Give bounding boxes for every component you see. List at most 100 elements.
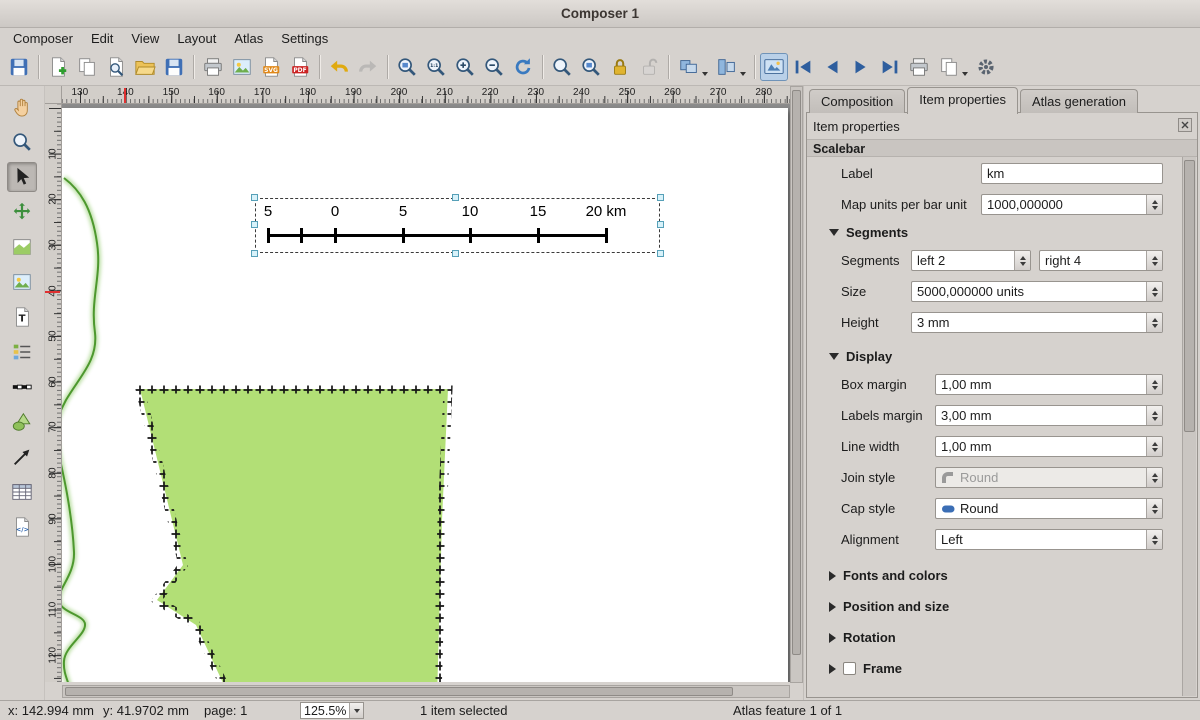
duplicate-composer-button[interactable] — [73, 53, 101, 81]
atlas-first-feature-button[interactable] — [789, 53, 817, 81]
add-attribute-table-button[interactable] — [7, 477, 37, 507]
close-panel-button[interactable] — [1178, 118, 1192, 132]
export-svg-button[interactable] — [257, 53, 285, 81]
zoom-level-combo[interactable]: 125.5% — [300, 702, 364, 719]
add-legend-button[interactable] — [7, 337, 37, 367]
scrollbar-thumb[interactable] — [1184, 160, 1195, 432]
labels-margin-spinbox[interactable]: 3,00 mm — [935, 405, 1163, 426]
position-and-size-section-header[interactable]: Position and size — [829, 599, 1163, 614]
resize-handle-bottom-right[interactable] — [657, 250, 664, 257]
add-image-button[interactable] — [7, 267, 37, 297]
spin-buttons[interactable] — [1146, 251, 1162, 270]
refresh-view-button[interactable] — [509, 53, 537, 81]
print-button[interactable] — [199, 53, 227, 81]
load-template-button[interactable] — [131, 53, 159, 81]
spin-buttons[interactable] — [1146, 437, 1162, 456]
spin-buttons[interactable] — [1014, 251, 1030, 270]
redo-button[interactable] — [354, 53, 382, 81]
frame-section-header[interactable]: Frame — [829, 661, 1163, 676]
atlas-settings-button[interactable] — [972, 53, 1000, 81]
zoom-next-button[interactable] — [577, 53, 605, 81]
spin-buttons[interactable] — [1146, 313, 1162, 332]
add-scalebar-button[interactable] — [7, 372, 37, 402]
canvas-horizontal-scrollbar[interactable] — [62, 685, 790, 698]
map-item[interactable] — [62, 108, 788, 682]
composition-page[interactable]: 5 0 5 10 15 20 km — [62, 108, 788, 682]
atlas-previous-feature-button[interactable] — [818, 53, 846, 81]
resize-handle-bottom-middle[interactable] — [452, 250, 459, 257]
resize-handle-middle-left[interactable] — [251, 221, 258, 228]
add-new-map-button[interactable] — [7, 232, 37, 262]
align-items-button[interactable] — [712, 53, 749, 81]
resize-handle-top-left[interactable] — [251, 194, 258, 201]
menu-item[interactable]: Composer — [4, 29, 82, 48]
zoom-full-button[interactable] — [393, 53, 421, 81]
tab-composition[interactable]: Composition — [809, 89, 905, 113]
segments-left-spinbox[interactable]: left 2 — [911, 250, 1031, 271]
spin-buttons[interactable] — [1146, 406, 1162, 425]
rotation-section-header[interactable]: Rotation — [829, 630, 1163, 645]
menu-item[interactable]: Edit — [82, 29, 122, 48]
spin-buttons[interactable] — [1146, 195, 1162, 214]
add-label-button[interactable] — [7, 302, 37, 332]
alignment-combo[interactable]: Left — [935, 529, 1163, 550]
export-image-button[interactable] — [228, 53, 256, 81]
atlas-next-feature-button[interactable] — [847, 53, 875, 81]
zoom-last-button[interactable] — [548, 53, 576, 81]
spin-buttons[interactable] — [1146, 375, 1162, 394]
select-move-item-button[interactable] — [7, 162, 37, 192]
composition-viewport[interactable]: 5 0 5 10 15 20 km — [62, 104, 790, 682]
resize-handle-bottom-left[interactable] — [251, 250, 258, 257]
combo-arrows[interactable] — [1146, 499, 1162, 518]
menu-item[interactable]: Layout — [168, 29, 225, 48]
resize-handle-middle-right[interactable] — [657, 221, 664, 228]
dropdown-arrow-icon[interactable] — [702, 72, 708, 76]
zoom-in-button[interactable] — [451, 53, 479, 81]
lock-items-button[interactable] — [606, 53, 634, 81]
fonts-and-colors-section-header[interactable]: Fonts and colors — [829, 568, 1163, 583]
menu-item[interactable]: Atlas — [225, 29, 272, 48]
menu-item[interactable]: View — [122, 29, 168, 48]
new-composer-button[interactable] — [44, 53, 72, 81]
dropdown-arrow-icon[interactable] — [740, 72, 746, 76]
scalebar-item[interactable]: 5 0 5 10 15 20 km — [255, 198, 660, 253]
zoom-dropdown-button[interactable] — [349, 703, 363, 718]
add-shape-button[interactable] — [7, 407, 37, 437]
size-spinbox[interactable]: 5000,000000 units — [911, 281, 1163, 302]
resize-handle-top-right[interactable] — [657, 194, 664, 201]
pan-tool-button[interactable] — [7, 92, 37, 122]
segments-right-spinbox[interactable]: right 4 — [1039, 250, 1163, 271]
export-atlas-button[interactable] — [934, 53, 971, 81]
scrollbar-thumb[interactable] — [792, 90, 801, 655]
atlas-last-feature-button[interactable] — [876, 53, 904, 81]
combo-arrows[interactable] — [1146, 468, 1162, 487]
scrollbar-thumb[interactable] — [65, 687, 733, 696]
height-spinbox[interactable]: 3 mm — [911, 312, 1163, 333]
combo-arrows[interactable] — [1146, 530, 1162, 549]
menu-item[interactable]: Settings — [272, 29, 337, 48]
spin-down-icon[interactable] — [1152, 206, 1158, 210]
resize-handle-top-middle[interactable] — [452, 194, 459, 201]
raise-items-button[interactable] — [674, 53, 711, 81]
unlock-items-button[interactable] — [635, 53, 663, 81]
tab-item-properties[interactable]: Item properties — [907, 87, 1018, 114]
label-input[interactable]: km — [981, 163, 1163, 184]
undo-button[interactable] — [325, 53, 353, 81]
composer-manager-button[interactable] — [102, 53, 130, 81]
add-html-frame-button[interactable] — [7, 512, 37, 542]
move-item-content-button[interactable] — [7, 197, 37, 227]
export-pdf-button[interactable] — [286, 53, 314, 81]
canvas-vertical-scrollbar[interactable] — [790, 86, 803, 683]
zoom-actual-size-button[interactable] — [422, 53, 450, 81]
frame-checkbox[interactable] — [843, 662, 856, 675]
cap-style-combo[interactable]: Round — [935, 498, 1163, 519]
zoom-tool-button[interactable] — [7, 127, 37, 157]
save-as-template-button[interactable] — [160, 53, 188, 81]
segments-section-header[interactable]: Segments — [829, 225, 1163, 240]
tab-atlas-generation[interactable]: Atlas generation — [1020, 89, 1138, 113]
dropdown-arrow-icon[interactable] — [962, 72, 968, 76]
zoom-out-button[interactable] — [480, 53, 508, 81]
spin-buttons[interactable] — [1146, 282, 1162, 301]
line-width-spinbox[interactable]: 1,00 mm — [935, 436, 1163, 457]
add-arrow-button[interactable] — [7, 442, 37, 472]
